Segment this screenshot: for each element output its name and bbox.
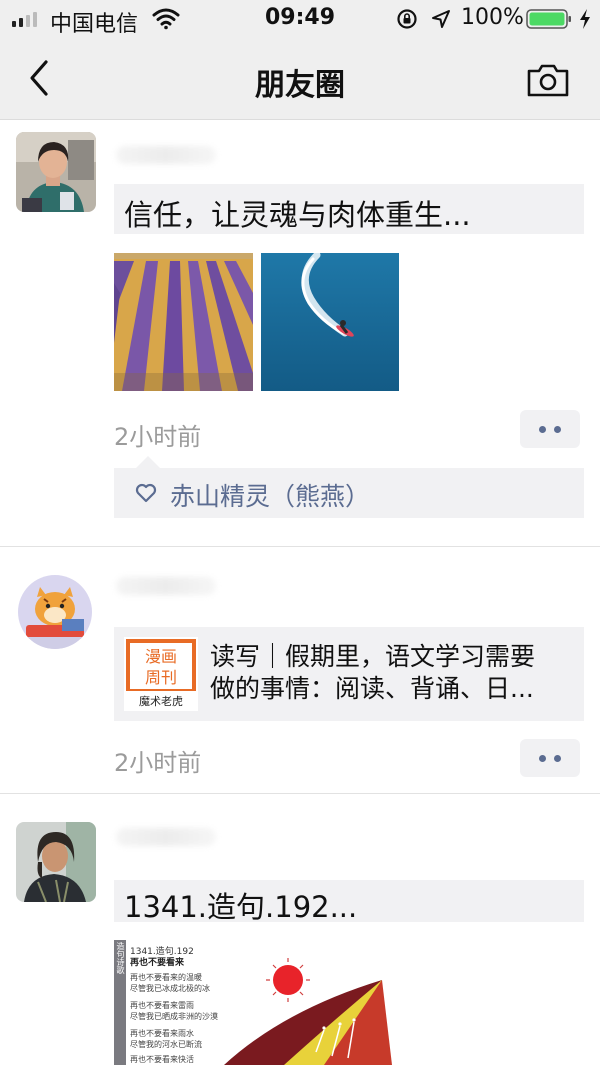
poster-line: 尽管我已晒成非洲的沙漠	[130, 1012, 218, 1021]
location-arrow-icon	[432, 10, 450, 28]
poster-line: 再也不要看来快活	[130, 1055, 194, 1064]
post-text-box: 信任，让灵魂与肉体重生...	[114, 184, 584, 234]
more-actions-button[interactable]	[520, 739, 580, 777]
avatar-photo	[16, 822, 96, 902]
shared-link-card[interactable]: 漫画 周刊 魔术老虎 读写｜假期里，语文学习需要 做的事情：阅读、背诵、日...	[114, 627, 584, 721]
post-text: 信任，让灵魂与肉体重生...	[124, 198, 471, 232]
rotation-lock-icon	[397, 9, 417, 29]
post-image-surfer[interactable]	[261, 253, 399, 391]
user-name-blurred[interactable]	[116, 828, 216, 846]
post-time: 2小时前	[114, 423, 202, 451]
logo-text-line3: 魔术老虎	[139, 694, 183, 708]
dot-icon	[554, 425, 561, 433]
moment-post: 信任，让灵魂与肉体重生... 2小时前 赤山精灵（熊燕）	[0, 120, 600, 546]
user-name-blurred[interactable]	[116, 577, 216, 595]
nav-bar: 朋友圈	[0, 38, 600, 120]
avatar[interactable]	[18, 575, 92, 649]
poster-subtitle: 再也不要看来	[130, 958, 185, 968]
more-actions-button[interactable]	[520, 410, 580, 448]
poster-line: 再也不要看来雷雨	[130, 1001, 194, 1010]
avatar[interactable]	[16, 132, 96, 212]
poster-line: 再也不要看来的温暖	[130, 973, 202, 982]
logo-text-line1: 漫画	[145, 647, 177, 666]
dot-icon	[539, 754, 546, 762]
poster-side-label: 造句诗歌	[116, 942, 125, 974]
logo-text-line2: 周刊	[145, 668, 177, 687]
avatar-photo	[16, 132, 96, 212]
battery-percent: 100%	[461, 5, 524, 30]
heart-icon	[135, 483, 157, 503]
avatar[interactable]	[16, 822, 96, 902]
link-thumbnail: 漫画 周刊 魔术老虎	[124, 637, 198, 711]
dot-icon	[539, 425, 546, 433]
battery-icon	[526, 9, 571, 29]
like-user-link[interactable]: 赤山精灵（熊燕）	[170, 477, 370, 513]
poster-side-band: 造句诗歌	[114, 940, 126, 1065]
user-name-blurred[interactable]	[116, 146, 216, 164]
charging-bolt-icon	[580, 9, 590, 29]
status-bar: 中国电信 09:49 100%	[0, 0, 600, 38]
post-time: 2小时前	[114, 749, 202, 777]
poster-line: 尽管我的河水已断流	[130, 1040, 202, 1049]
dot-icon	[554, 754, 561, 762]
moment-post: 1341.造句.192... 造句诗歌 1341.造句.192 再也不要看来 再…	[0, 794, 600, 1065]
link-title-line: 做的事情：阅读、背诵、日...	[210, 674, 534, 703]
link-title: 读写｜假期里，语文学习需要 做的事情：阅读、背诵、日...	[210, 641, 570, 705]
poster-line: 尽管我已冰成北极的冰	[130, 984, 210, 993]
camera-icon[interactable]	[526, 62, 570, 98]
avatar-tiger-illustration	[18, 575, 92, 649]
poster-line: 再也不要看来雨水	[130, 1029, 194, 1038]
link-title-line: 读写｜假期里，语文学习需要	[210, 642, 536, 671]
moment-post: 漫画 周刊 魔术老虎 读写｜假期里，语文学习需要 做的事情：阅读、背诵、日...…	[0, 547, 600, 793]
post-image-lavender[interactable]	[114, 253, 253, 391]
post-text: 1341.造句.192...	[124, 890, 358, 924]
post-text-box: 1341.造句.192...	[114, 880, 584, 924]
page-title: 朋友圈	[255, 68, 345, 103]
likes-pointer	[136, 456, 160, 468]
likes-box: 赤山精灵（熊燕）	[114, 468, 584, 518]
poster-illustration	[224, 958, 392, 1065]
post-image-poster[interactable]: 造句诗歌 1341.造句.192 再也不要看来 再也不要看来的温暖 尽管我已冰成…	[114, 940, 392, 1065]
